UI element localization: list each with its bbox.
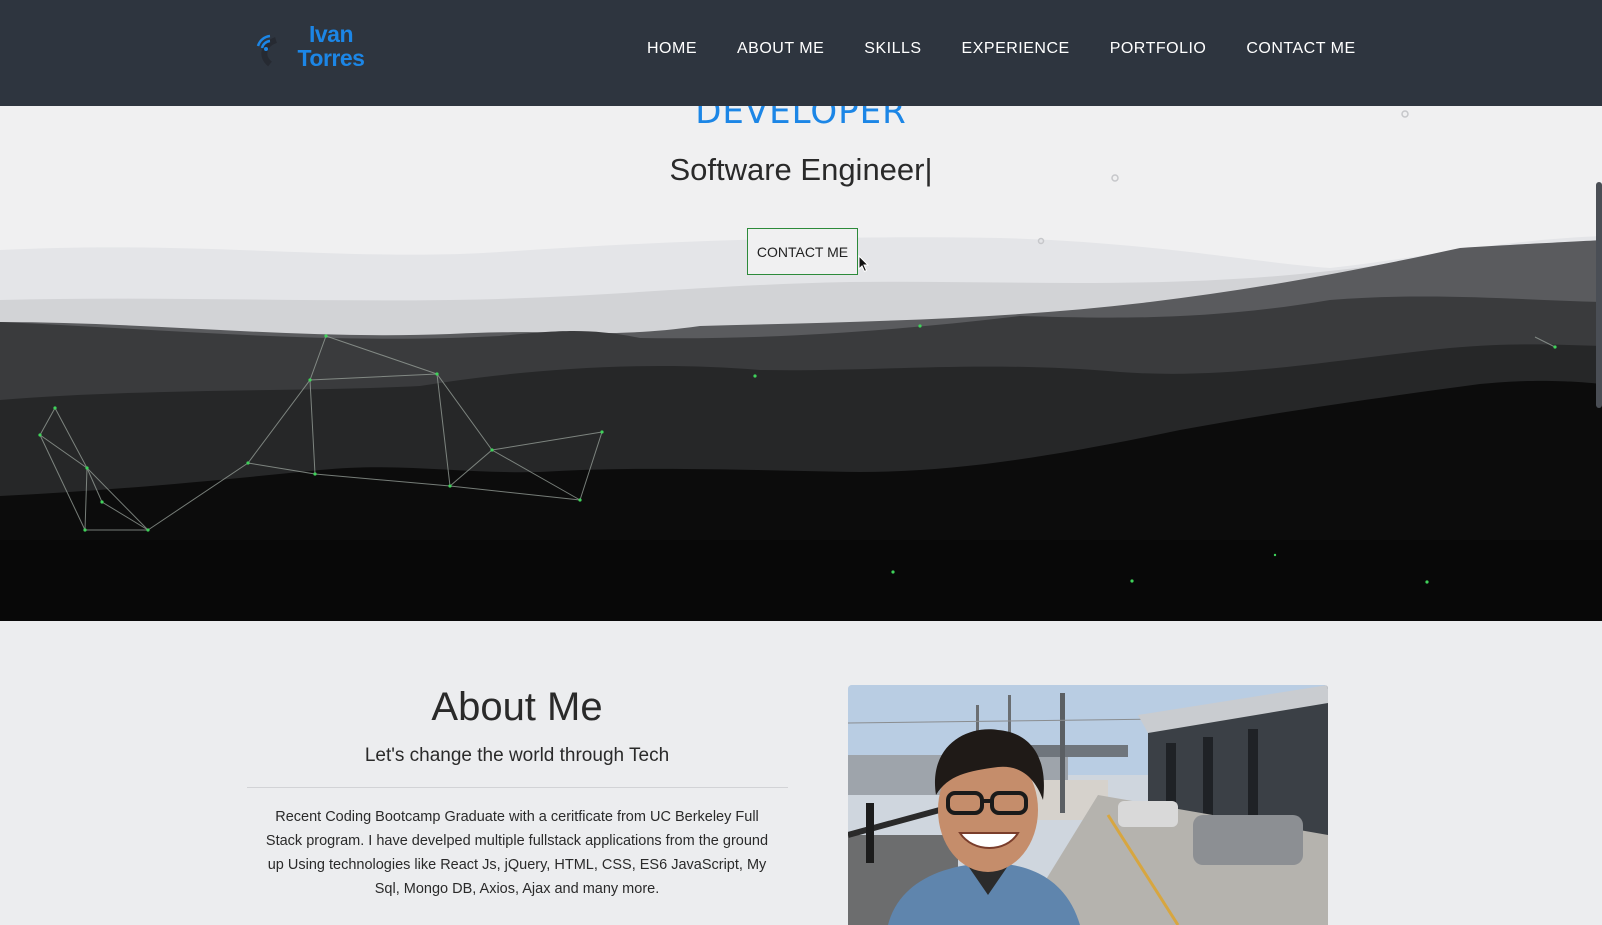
logo-first-name: Ivan xyxy=(308,21,354,47)
top-navbar: Ivan Torres HOME ABOUT ME SKILLS EXPERIE… xyxy=(0,0,1602,106)
site-logo[interactable]: Ivan Torres xyxy=(250,22,370,78)
nav-links: HOME ABOUT ME SKILLS EXPERIENCE PORTFOLI… xyxy=(647,40,1356,58)
nav-link-portfolio[interactable]: PORTFOLIO xyxy=(1110,40,1207,58)
scrollbar-thumb[interactable] xyxy=(1596,182,1602,408)
nav-link-experience[interactable]: EXPERIENCE xyxy=(962,40,1070,58)
logo-last-name: Torres xyxy=(297,45,365,71)
about-body-text: Recent Coding Bootcamp Graduate with a c… xyxy=(265,809,769,897)
profile-photo xyxy=(848,685,1328,925)
about-title: About Me xyxy=(431,685,603,729)
about-divider xyxy=(247,787,788,788)
hero-contact-button[interactable]: CONTACT ME xyxy=(747,228,858,275)
about-subtitle: Let's change the world through Tech xyxy=(364,745,670,766)
mouse-pointer-icon xyxy=(858,255,870,273)
nav-link-skills[interactable]: SKILLS xyxy=(864,40,921,58)
page: DEVELOPER Software Engineer| CONTACT ME … xyxy=(0,0,1602,925)
wifi-signal-icon xyxy=(256,34,278,67)
hero-subtitle-typewriter: Software Engineer| xyxy=(669,152,933,187)
nav-link-about-me[interactable]: ABOUT ME xyxy=(737,40,824,58)
about-section: About Me Let's change the world through … xyxy=(0,621,1602,925)
nav-link-home[interactable]: HOME xyxy=(647,40,697,58)
nav-link-contact-me[interactable]: CONTACT ME xyxy=(1246,40,1355,58)
